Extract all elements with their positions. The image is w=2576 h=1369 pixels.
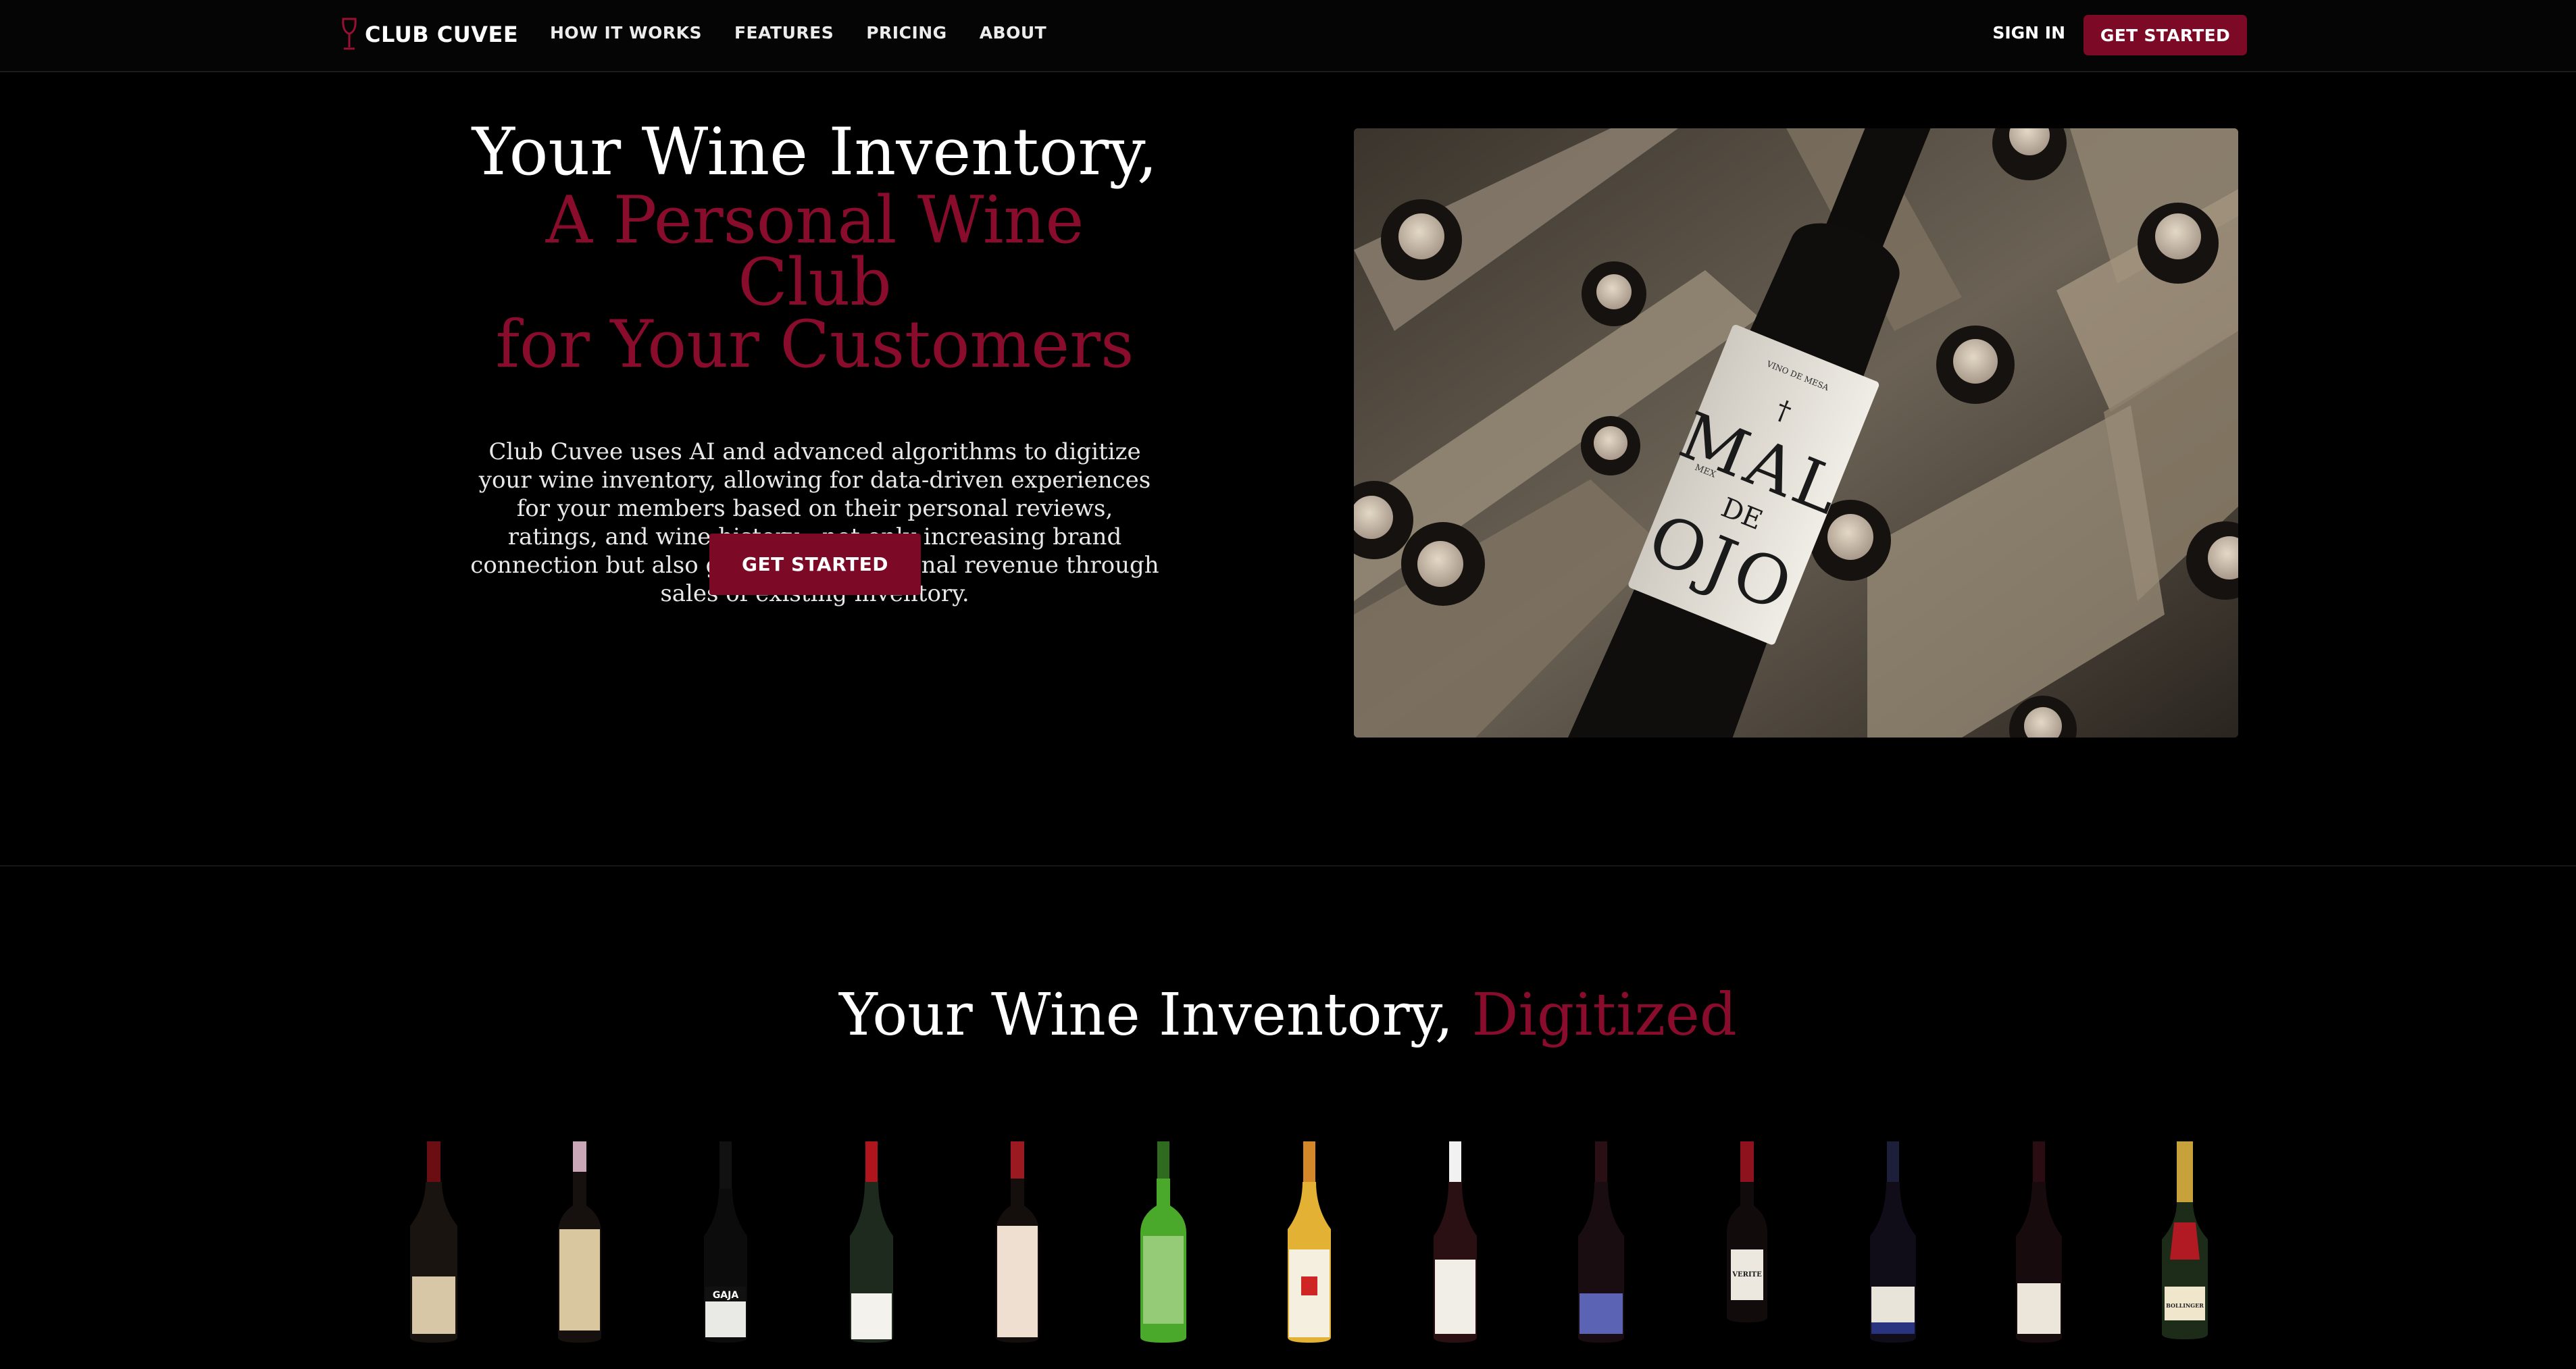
hero-title-line2: A Personal Wine Club xyxy=(545,182,1084,320)
wine-bottle-11[interactable] xyxy=(1859,1141,1927,1344)
wine-crate-illustration: VINO DE MESA † MAL DE OJO MEX xyxy=(1354,128,2238,738)
wine-bottle-5[interactable] xyxy=(984,1141,1051,1344)
digitized-heading-accent: Digitized xyxy=(1471,981,1737,1049)
wine-bottle-10[interactable]: VERITE xyxy=(1713,1141,1781,1344)
nav-link-how-it-works[interactable]: HOW IT WORKS xyxy=(550,23,702,43)
wine-bottle-2[interactable] xyxy=(546,1141,613,1344)
hero-wine-photo: VINO DE MESA † MAL DE OJO MEX xyxy=(1354,128,2238,738)
brand-logo[interactable]: CLUB CUVEE xyxy=(340,18,518,51)
hero-title-line1: Your Wine Inventory, xyxy=(472,114,1158,190)
top-navigation: CLUB CUVEE HOW IT WORKS FEATURES PRICING… xyxy=(0,0,2576,72)
svg-text:BOLLINGER: BOLLINGER xyxy=(2166,1302,2204,1309)
nav-links: HOW IT WORKS FEATURES PRICING ABOUT xyxy=(550,23,1046,43)
hero-title-line3: for Your Customers xyxy=(495,307,1134,382)
wine-bottle-8[interactable] xyxy=(1421,1141,1489,1344)
nav-link-pricing[interactable]: PRICING xyxy=(866,23,946,43)
wine-bottle-7[interactable] xyxy=(1276,1141,1343,1344)
wine-glass-icon xyxy=(342,18,357,50)
brand-name: CLUB CUVEE xyxy=(365,22,519,47)
hero-get-started-button[interactable]: GET STARTED xyxy=(709,534,921,595)
wine-bottle-6[interactable] xyxy=(1130,1141,1197,1344)
nav-link-features[interactable]: FEATURES xyxy=(734,23,834,43)
svg-text:VERITE: VERITE xyxy=(1732,1271,1762,1278)
wine-bottle-12[interactable] xyxy=(2005,1141,2073,1344)
digitized-heading: Your Wine Inventory, Digitized xyxy=(0,981,2576,1049)
svg-text:GAJA: GAJA xyxy=(713,1290,739,1301)
digitized-heading-main: Your Wine Inventory, xyxy=(839,981,1454,1049)
wine-bottle-13[interactable]: BOLLINGER xyxy=(2151,1141,2219,1344)
wine-bottle-1[interactable] xyxy=(400,1141,468,1344)
sign-in-link[interactable]: SIGN IN xyxy=(1992,23,2065,43)
section-divider xyxy=(0,865,2576,867)
wine-bottle-9[interactable] xyxy=(1567,1141,1635,1344)
wine-bottle-4[interactable] xyxy=(838,1141,905,1344)
nav-link-about[interactable]: ABOUT xyxy=(980,23,1047,43)
bottle-gallery: GAJA VERITE BOLLINGER xyxy=(378,1141,2229,1344)
wine-bottle-3[interactable]: GAJA xyxy=(692,1141,759,1344)
nav-get-started-button[interactable]: GET STARTED xyxy=(2083,15,2247,55)
